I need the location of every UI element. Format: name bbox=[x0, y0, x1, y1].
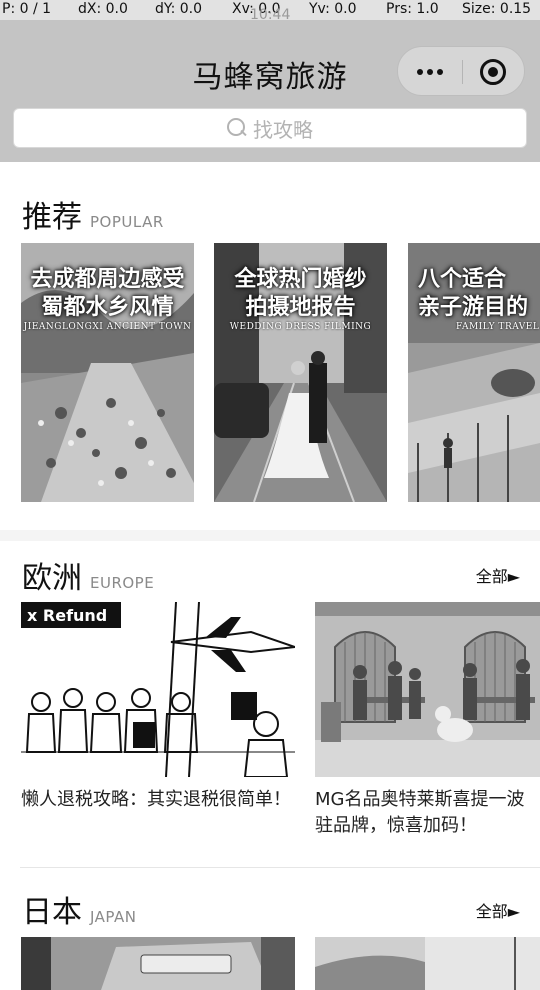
japan-header: 日本 JAPAN bbox=[22, 887, 137, 931]
search-input[interactable]: 找攻略 bbox=[13, 108, 527, 148]
debug-pointer: P: 0 / 1 bbox=[2, 1, 52, 17]
section-title: 推荐 bbox=[22, 200, 82, 235]
section-subtitle: JAPAN bbox=[90, 908, 137, 926]
europe-view-all-link[interactable]: 全部► bbox=[476, 563, 520, 587]
recommend-section: 推荐 POPULAR 去成都周边感受 蜀都水乡风情 JIEANGLONGXI A… bbox=[0, 162, 540, 530]
status-clock: 10:44 bbox=[250, 7, 291, 23]
debug-dx: dX: 0.0 bbox=[78, 1, 128, 17]
search-icon bbox=[227, 118, 247, 138]
card-caption: 去成都周边感受 蜀都水乡风情 bbox=[30, 266, 185, 320]
europe-section: 欧洲 EUROPE 全部► x Refund 懒人退税攻略：其实退税很简单！ M… bbox=[0, 541, 540, 990]
debug-yv: Yv: 0.0 bbox=[309, 1, 357, 17]
recommend-card[interactable]: 八个适合 亲子游目的 FAMILY TRAVEL bbox=[408, 243, 540, 502]
section-title: 欧洲 bbox=[22, 561, 82, 596]
app-header: 10:44 马蜂窝旅游 找攻略 bbox=[0, 7, 540, 162]
japan-view-all-link[interactable]: 全部► bbox=[476, 898, 520, 922]
capsule-divider bbox=[462, 60, 463, 84]
article-image: x Refund bbox=[21, 602, 295, 777]
more-menu-button[interactable] bbox=[398, 47, 462, 97]
recommend-header: 推荐 POPULAR bbox=[22, 192, 164, 236]
article-card[interactable] bbox=[315, 937, 540, 990]
section-subtitle: EUROPE bbox=[90, 574, 155, 592]
article-image bbox=[315, 602, 540, 777]
debug-size: Size: 0.15 bbox=[462, 1, 532, 17]
article-image bbox=[315, 937, 540, 990]
card-caption-sub: FAMILY TRAVEL bbox=[456, 322, 540, 332]
article-title: 懒人退税攻略：其实退税很简单！ bbox=[21, 789, 291, 810]
recommend-card[interactable]: 去成都周边感受 蜀都水乡风情 JIEANGLONGXI ANCIENT TOWN bbox=[21, 243, 194, 502]
card-caption: 八个适合 亲子游目的 bbox=[418, 266, 529, 320]
europe-header: 欧洲 EUROPE bbox=[22, 553, 154, 597]
recommend-card[interactable]: 全球热门婚纱 拍摄地报告 WEDDING DRESS FILMING bbox=[214, 243, 387, 502]
miniprogram-capsule bbox=[397, 46, 525, 96]
section-divider bbox=[20, 867, 540, 868]
card-caption-sub: JIEANGLONGXI ANCIENT TOWN bbox=[23, 322, 192, 332]
article-card[interactable] bbox=[21, 937, 295, 990]
article-image bbox=[21, 937, 295, 990]
section-title: 日本 bbox=[22, 895, 82, 930]
article-title: MG名品奥特莱斯喜提一波驻品牌，惊喜加码！ bbox=[315, 789, 525, 836]
debug-pressure: Prs: 1.0 bbox=[386, 1, 439, 17]
close-miniprogram-icon[interactable] bbox=[480, 59, 506, 85]
card-caption: 全球热门婚纱 拍摄地报告 bbox=[234, 266, 367, 320]
search-placeholder: 找攻略 bbox=[253, 117, 313, 142]
debug-dy: dY: 0.0 bbox=[155, 1, 203, 17]
article-image-text: x Refund bbox=[27, 606, 107, 625]
more-dots-icon bbox=[417, 69, 423, 75]
card-caption-sub: WEDDING DRESS FILMING bbox=[229, 322, 372, 332]
section-subtitle: POPULAR bbox=[90, 213, 164, 231]
